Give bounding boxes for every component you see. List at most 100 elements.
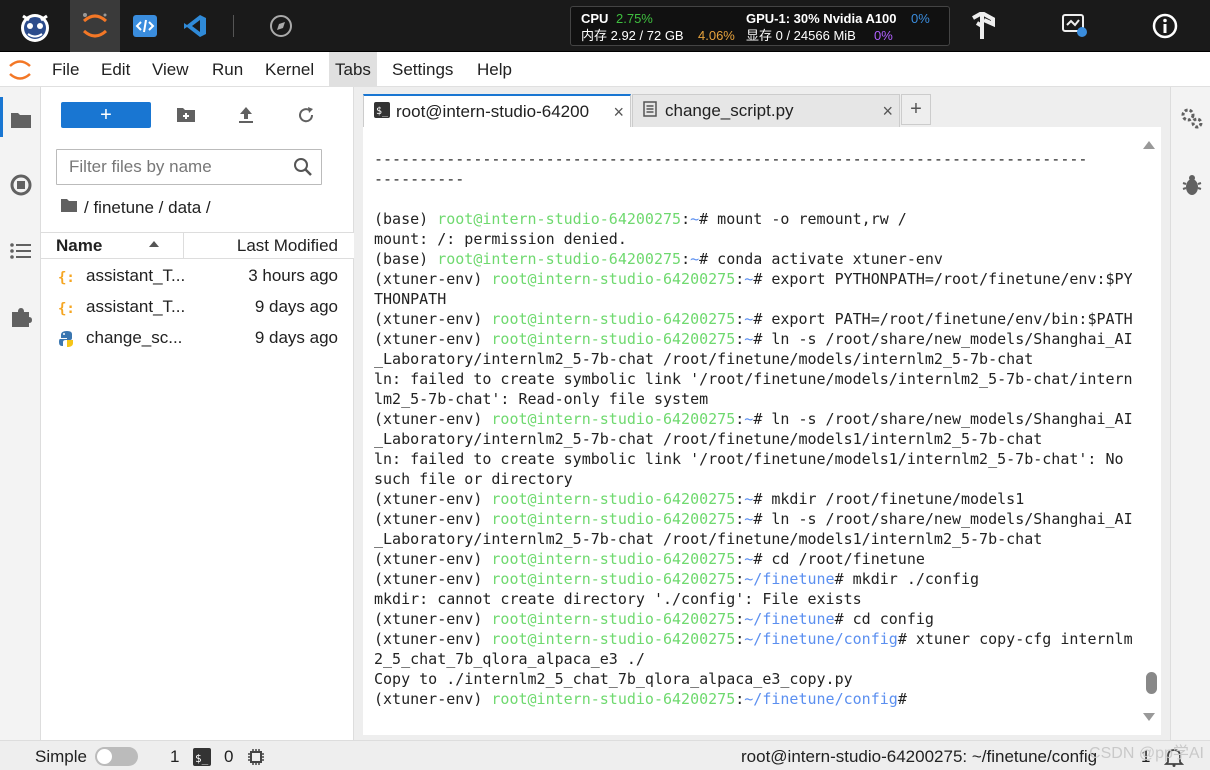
prompt-cwd: ~ [690,250,700,268]
file-modified: 9 days ago [254,297,338,316]
svg-text:{:}: {:} [58,301,76,317]
running-sessions-icon[interactable] [0,165,41,205]
menu-view[interactable]: View [146,52,195,87]
avatar-logo-icon[interactable] [10,0,60,52]
file-modified: 9 days ago [254,328,338,347]
terminal-text: (xtuner-env) [374,330,492,348]
kernel-count[interactable]: 1 [170,747,179,767]
terminal-line: mount: /: permission denied. [374,229,1132,249]
terminal-line: _Laboratory/internlm2_5-7b-chat /root/fi… [374,349,1132,369]
terminal-text: : [735,410,745,428]
menu-settings[interactable]: Settings [386,52,459,87]
menu-edit[interactable]: Edit [95,52,136,87]
file-row[interactable]: {:} assistant_T... 9 days ago [41,292,354,323]
file-row[interactable]: change_sc... 9 days ago [41,323,354,354]
prompt-user-host: root@intern-studio-64200275 [437,210,682,228]
prompt-user-host: root@intern-studio-64200275 [491,630,736,648]
terminal-line: 2_5_chat_7b_qlora_alpaca_e3 ./ [374,649,1132,669]
terminal-text: : [735,330,745,348]
info-icon[interactable] [1140,0,1190,52]
file-row[interactable]: {:} assistant_T... 3 hours ago [41,261,354,292]
filter-files-input[interactable] [57,150,287,184]
close-icon[interactable]: × [613,102,624,123]
simple-mode-toggle[interactable] [95,747,138,766]
property-inspector-gears-icon[interactable] [1171,99,1210,139]
scrollbar-thumb[interactable] [1146,672,1157,694]
file-browser-panel: + / finetune / data / Name Last Modified… [41,87,354,740]
add-tab-button[interactable]: + [901,94,931,125]
terminal-path: root@intern-studio-64200275: ~/finetune/… [741,747,1098,766]
close-icon[interactable]: × [882,101,893,122]
filter-files-field[interactable] [56,149,322,185]
menu-kernel[interactable]: Kernel [259,52,320,87]
terminal-text: (xtuner-env) [374,550,492,568]
terminal-line: (xtuner-env) root@intern-studio-64200275… [374,549,1132,569]
terminal-line: Copy to ./internlm2_5_chat_7b_qlora_alpa… [374,669,1132,689]
right-sidebar-rail [1170,87,1210,740]
tensorflow-icon[interactable] [958,0,1008,52]
terminal-text: : [735,550,745,568]
breadcrumb-path[interactable]: / finetune / data / [84,198,211,218]
terminal-text: # mount -o remount,rw / [699,210,907,228]
terminal-line: (xtuner-env) root@intern-studio-64200275… [374,309,1132,329]
menu-file[interactable]: File [46,52,85,87]
menu-run[interactable]: Run [206,52,249,87]
terminal-line: mkdir: cannot create directory './config… [374,589,1132,609]
terminal-text: # export PATH=/root/finetune/env/bin:$PA… [753,310,1132,328]
prompt-user-host: root@intern-studio-64200275 [491,330,736,348]
terminal-text: # ln -s /root/share/new_models/Shanghai_… [753,410,1132,428]
table-of-contents-icon[interactable] [0,231,41,271]
terminal-text: # [897,690,907,708]
compass-icon[interactable] [256,0,306,52]
terminal-text: such file or directory [374,470,573,488]
prompt-user-host: root@intern-studio-64200275 [491,310,736,328]
jupyter-icon[interactable] [70,0,120,52]
terminal-line: _Laboratory/internlm2_5-7b-chat /root/fi… [374,429,1132,449]
sort-ascending-icon[interactable] [149,241,159,247]
folder-icon[interactable] [0,100,41,140]
cpu-value: 2.75% [616,11,653,26]
new-launcher-button[interactable]: + [61,102,151,128]
vram-label: 显存 0 / 24566 MiB [746,28,856,43]
scroll-up-arrow-icon[interactable] [1143,141,1155,149]
new-folder-icon[interactable] [171,102,201,128]
prompt-cwd: ~ [744,310,754,328]
terminal-view[interactable]: ----------------------------------------… [363,127,1161,735]
tab-change-script[interactable]: change_script.py × [632,94,900,127]
terminal-line: ---------- [374,169,1132,189]
terminal-text: : [681,210,691,228]
home-folder-icon[interactable] [60,198,78,218]
left-sidebar-rail [0,87,41,740]
menu-help[interactable]: Help [471,52,518,87]
vscode-icon[interactable] [170,0,220,52]
terminal-text: Copy to ./internlm2_5_chat_7b_qlora_alpa… [374,670,853,688]
column-name-header[interactable]: Name [56,236,102,256]
prompt-cwd: ~ [744,510,754,528]
prompt-user-host: root@intern-studio-64200275 [491,510,736,528]
terminal-text: : [735,310,745,328]
search-icon[interactable] [293,157,313,182]
tab-terminal[interactable]: $_ root@intern-studio-64200 × [363,94,631,128]
terminal-icon[interactable]: $_ [193,748,211,770]
terminal-text: # ln -s /root/share/new_models/Shanghai_… [753,330,1132,348]
column-last-modified-header[interactable]: Last Modified [237,236,338,256]
kernel-chip-icon[interactable] [247,748,265,770]
debugger-bug-icon[interactable] [1171,165,1210,205]
terminal-line: (xtuner-env) root@intern-studio-64200275… [374,269,1132,289]
terminal-text: (xtuner-env) [374,630,492,648]
scroll-down-arrow-icon[interactable] [1143,713,1155,721]
extensions-puzzle-icon[interactable] [0,297,41,337]
terminal-output[interactable]: ----------------------------------------… [374,149,1132,709]
prompt-cwd: ~/finetune [744,570,835,588]
prompt-cwd: ~ [744,270,754,288]
refresh-icon[interactable] [291,102,321,128]
prompt-user-host: root@intern-studio-64200275 [437,250,682,268]
terminal-count[interactable]: 0 [224,747,233,767]
terminal-text: : [735,630,745,648]
code-editor-icon[interactable] [120,0,170,52]
monitor-settings-icon[interactable] [1050,0,1100,52]
menu-tabs[interactable]: Tabs [329,52,377,87]
upload-icon[interactable] [231,102,261,128]
terminal-text: ---------- [374,170,465,188]
main-dock-area: $_ root@intern-studio-64200 × change_scr… [354,87,1170,740]
